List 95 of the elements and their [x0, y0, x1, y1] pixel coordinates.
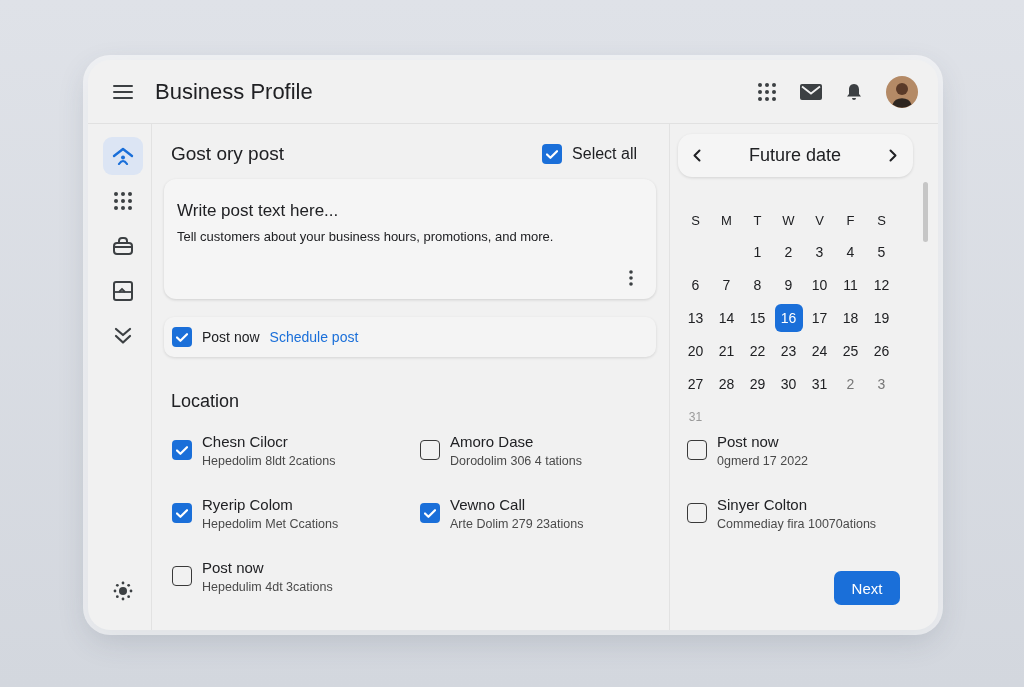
weekday-label: S — [691, 213, 700, 228]
schedule-post-link[interactable]: Schedule post — [269, 329, 359, 345]
location-name: Chesn Cilocr — [202, 433, 288, 451]
section-title: Gost ory post — [171, 143, 284, 165]
checkmark-icon — [176, 508, 188, 518]
calendar-day[interactable]: 12 — [867, 270, 896, 299]
month-title: Future date — [747, 145, 843, 166]
option-detail: Commediay fira 10070ations — [717, 517, 877, 531]
post-placeholder: Write post text here... — [177, 200, 339, 222]
calendar-day[interactable]: 21 — [712, 336, 741, 365]
brightness-icon[interactable] — [113, 581, 133, 601]
calendar-day[interactable]: 22 — [743, 336, 772, 365]
checkmark-icon — [176, 332, 188, 342]
post-now-label: Post now — [202, 329, 260, 345]
calendar-day[interactable]: 10 — [805, 270, 834, 299]
location-checkbox[interactable] — [172, 503, 192, 523]
location-checkbox[interactable] — [420, 440, 440, 460]
calendar-day[interactable]: 3 — [867, 369, 896, 398]
weekday-label: W — [782, 213, 795, 228]
calendar-day[interactable]: 4 — [836, 237, 865, 266]
location-checkbox[interactable] — [172, 440, 192, 460]
option-detail: 0gmerd 17 2022 — [717, 454, 809, 468]
location-name: Post now — [202, 559, 264, 577]
calendar-day[interactable]: 9 — [774, 270, 803, 299]
location-checkbox[interactable] — [420, 503, 440, 523]
chevron-left-icon — [693, 149, 701, 162]
menu-icon[interactable] — [113, 84, 133, 99]
calendar-day[interactable]: 8 — [743, 270, 772, 299]
checkmark-icon — [176, 445, 188, 455]
calendar-day[interactable]: 7 — [712, 270, 741, 299]
calendar-day[interactable]: 18 — [836, 303, 865, 332]
kebab-menu-icon[interactable] — [629, 270, 633, 286]
location-detail: Dorodolim 306 4 tations — [450, 454, 583, 468]
calendar-day[interactable]: 14 — [712, 303, 741, 332]
location-detail: Hepedulim 4dt 3cations — [202, 580, 333, 594]
post-hint-text: Tell customers about your business hours, promotions, and more. — [177, 228, 554, 245]
location-checkbox[interactable] — [172, 566, 192, 586]
location-detail: Arte Dolim 279 23ations — [450, 517, 584, 531]
scrollbar-thumb[interactable] — [923, 182, 928, 242]
calendar-day[interactable]: 2 — [836, 369, 865, 398]
location-detail: Hepedolim 8ldt 2cations — [202, 454, 336, 468]
post-now-checkbox[interactable] — [172, 327, 192, 347]
weekday-label: M — [721, 213, 732, 228]
calendar-day[interactable]: 1 — [743, 237, 772, 266]
calendar-day[interactable]: 27 — [681, 369, 710, 398]
calendar-day[interactable]: 23 — [774, 336, 803, 365]
location-name: Vewno Call — [450, 496, 526, 514]
dots-grid-icon — [114, 192, 132, 210]
double-chevron-icon — [114, 327, 132, 345]
calendar-day[interactable]: 2 — [774, 237, 803, 266]
calendar-day[interactable]: 5 — [867, 237, 896, 266]
bell-icon[interactable] — [846, 82, 862, 101]
apps-grid-icon[interactable] — [758, 82, 776, 101]
option-checkbox[interactable] — [687, 440, 707, 460]
checkmark-icon — [424, 508, 436, 518]
calendar-day[interactable]: 13 — [681, 303, 710, 332]
calendar-day[interactable]: 11 — [836, 270, 865, 299]
select-all-checkbox[interactable] — [542, 144, 563, 164]
calendar-day[interactable]: 16 — [774, 303, 803, 332]
calendar-day[interactable]: 29 — [743, 369, 772, 398]
next-button[interactable]: Next — [834, 571, 900, 605]
option-label: Post now — [717, 433, 779, 451]
image-icon — [113, 281, 133, 301]
mail-icon[interactable] — [800, 83, 822, 100]
chevron-right-icon — [889, 149, 897, 162]
calendar-day[interactable]: 19 — [867, 303, 896, 332]
option-label: Sinyer Colton — [717, 496, 808, 514]
weekday-label: T — [753, 213, 762, 228]
weekday-label: S — [877, 213, 886, 228]
calendar-day[interactable]: 17 — [805, 303, 834, 332]
calendar-day[interactable]: 26 — [867, 336, 896, 365]
weekday-label: V — [815, 213, 824, 228]
briefcase-icon — [113, 237, 133, 255]
checkmark-icon — [546, 149, 559, 159]
post-text-field[interactable]: Write post text here... Tell customers about your business hours, promotions, and more. — [164, 179, 656, 299]
nav-rail-button[interactable] — [103, 137, 143, 175]
calendar-day[interactable]: 20 — [681, 336, 710, 365]
calendar-day[interactable]: 6 — [681, 270, 710, 299]
location-name: Amoro Dase — [450, 433, 534, 451]
location-name: Ryerip Colom — [202, 496, 293, 514]
calendar-day[interactable]: 15 — [743, 303, 772, 332]
calendar-day[interactable]: 30 — [774, 369, 803, 398]
calendar-day[interactable]: 25 — [836, 336, 865, 365]
weekday-label: F — [846, 213, 855, 228]
location-detail: Hepedolim Met Ccations — [202, 517, 339, 531]
app-title: Business Profile — [155, 78, 313, 105]
home-icon — [112, 147, 134, 165]
option-checkbox[interactable] — [687, 503, 707, 523]
select-all-label: Select all — [572, 145, 637, 163]
calendar-day[interactable]: 31 — [805, 369, 834, 398]
avatar-icon[interactable] — [886, 75, 918, 108]
location-heading: Location — [170, 390, 240, 412]
calendar-day[interactable]: 3 — [805, 237, 834, 266]
calendar-day[interactable]: 28 — [712, 369, 741, 398]
calendar-day[interactable]: 24 — [805, 336, 834, 365]
